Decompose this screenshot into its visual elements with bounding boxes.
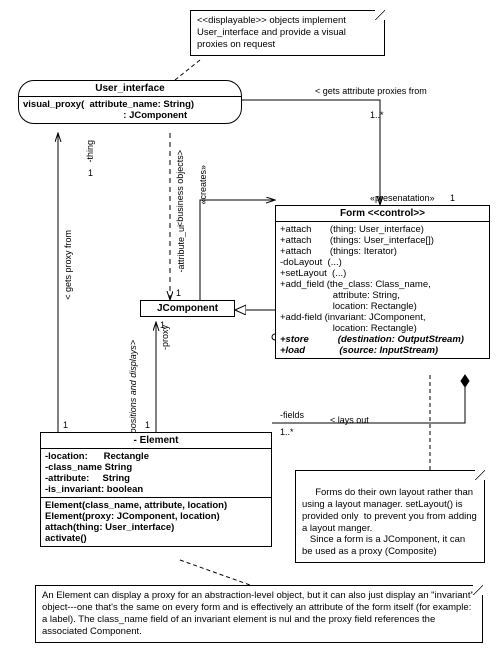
op: +add-field (invariant: JComponent, [280, 312, 485, 323]
note-text: An Element can display a proxy for an ab… [42, 590, 474, 637]
label-creates: «creates» [198, 165, 208, 205]
label-fields: -fields [280, 410, 304, 420]
op: location: Rectangle) [280, 301, 485, 312]
class-jcomponent: JComponent [140, 300, 235, 317]
class-title: JComponent [157, 303, 218, 314]
class-ops: +attach (thing: User_interface) +attach … [276, 222, 489, 358]
label-thing: -thing [85, 140, 95, 163]
label-mult-1star: 1..* [370, 110, 384, 120]
op: +attach (things: User_interface[]) [280, 235, 485, 246]
note-text: <<displayable>> objects implement User_i… [197, 15, 346, 50]
op: +load (source: InputStream) [280, 345, 485, 356]
class-title: - Element [41, 433, 271, 449]
label-one-1: 1 [88, 168, 93, 178]
note-text: Forms do their own layout rather than us… [302, 487, 479, 557]
label-mult-1star2: 1..* [280, 427, 294, 437]
op: +attach (things: Iterator) [280, 246, 485, 257]
label-one-2: 1 [63, 420, 68, 430]
op: Element(class_name, attribute, location) [45, 500, 267, 511]
label-proxy: -proxy [160, 325, 170, 350]
op: location: Rectangle) [280, 323, 485, 334]
label-attribute-ui: -attribute_ui [176, 225, 186, 273]
op: -doLayout (...) [280, 257, 485, 268]
form-stereo: «presenatation» [370, 193, 435, 203]
note-displayable: <<displayable>> objects implement User_i… [190, 10, 385, 56]
op: +store (destination: OutputStream) [280, 334, 485, 345]
op: +attach (thing: User_interface) [280, 224, 485, 235]
attr: -location: Rectangle [45, 451, 267, 462]
class-title: User_interface [19, 81, 241, 97]
class-attrs: -location: Rectangle -class_name String … [41, 449, 271, 498]
class-title: Form <<control>> [276, 206, 489, 222]
label-business: <business objects> [175, 150, 187, 227]
op: Element(proxy: JComponent, location) [45, 511, 267, 522]
form-mult: 1 [450, 193, 455, 203]
label-gets-proxy: < gets proxy from [63, 230, 73, 300]
label-lays-out: < lays out [330, 415, 369, 425]
class-element: - Element -location: Rectangle -class_na… [40, 432, 272, 547]
attr: -class_name String [45, 462, 267, 473]
op: +setLayout (...) [280, 268, 485, 279]
class-form: Form <<control>> +attach (thing: User_in… [275, 205, 490, 359]
attr: -is_invariant: boolean [45, 484, 267, 495]
attr: -attribute: String [45, 473, 267, 484]
label-one-3: 1 [176, 288, 181, 298]
note-forms: Forms do their own layout rather than us… [295, 470, 485, 563]
op: activate() [45, 533, 267, 544]
class-user-interface: User_interface visual_proxy( attribute_n… [18, 80, 242, 124]
op: attribute: String, [280, 290, 485, 301]
op: attach(thing: User_interface) [45, 522, 267, 533]
label-gets-attr: < gets attribute proxies from [315, 86, 427, 96]
note-element: An Element can display a proxy for an ab… [35, 585, 483, 643]
class-op: visual_proxy( attribute_name: String) : … [19, 97, 241, 123]
class-ops: Element(class_name, attribute, location)… [41, 498, 271, 546]
label-one-5: 1 [145, 420, 150, 430]
op: +add_field (the_class: Class_name, [280, 279, 485, 290]
